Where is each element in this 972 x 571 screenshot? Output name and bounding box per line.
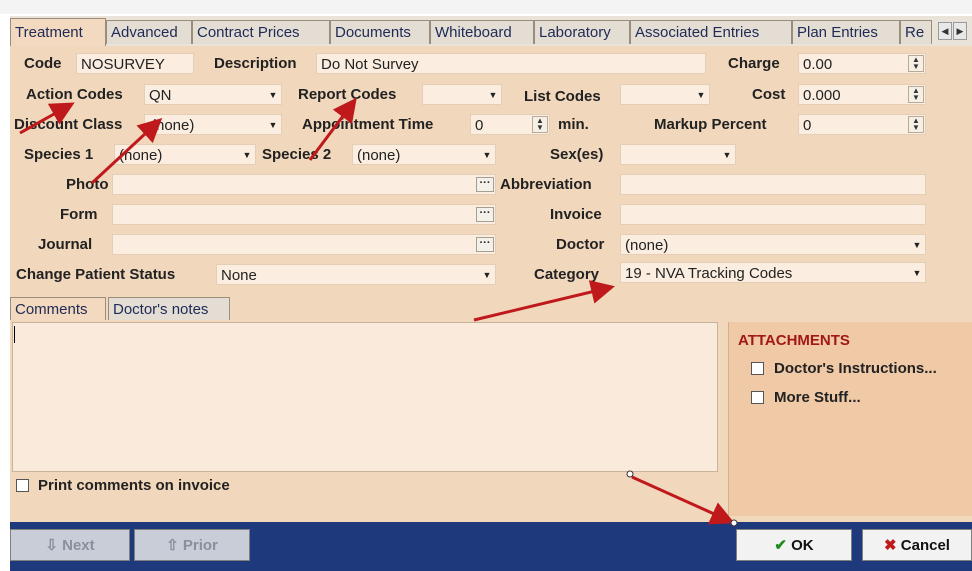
annotation-arrow-action-codes: [90, 117, 163, 185]
annotation-arrow-description: [308, 97, 357, 161]
annotation-arrows: [19, 97, 738, 527]
annotation-arrow-ok: [631, 475, 735, 525]
annotation-arrow-category: [473, 280, 615, 322]
annotation-dot: [626, 470, 634, 478]
annotation-dot: [730, 519, 738, 527]
annotation-arrow-code: [19, 102, 75, 135]
